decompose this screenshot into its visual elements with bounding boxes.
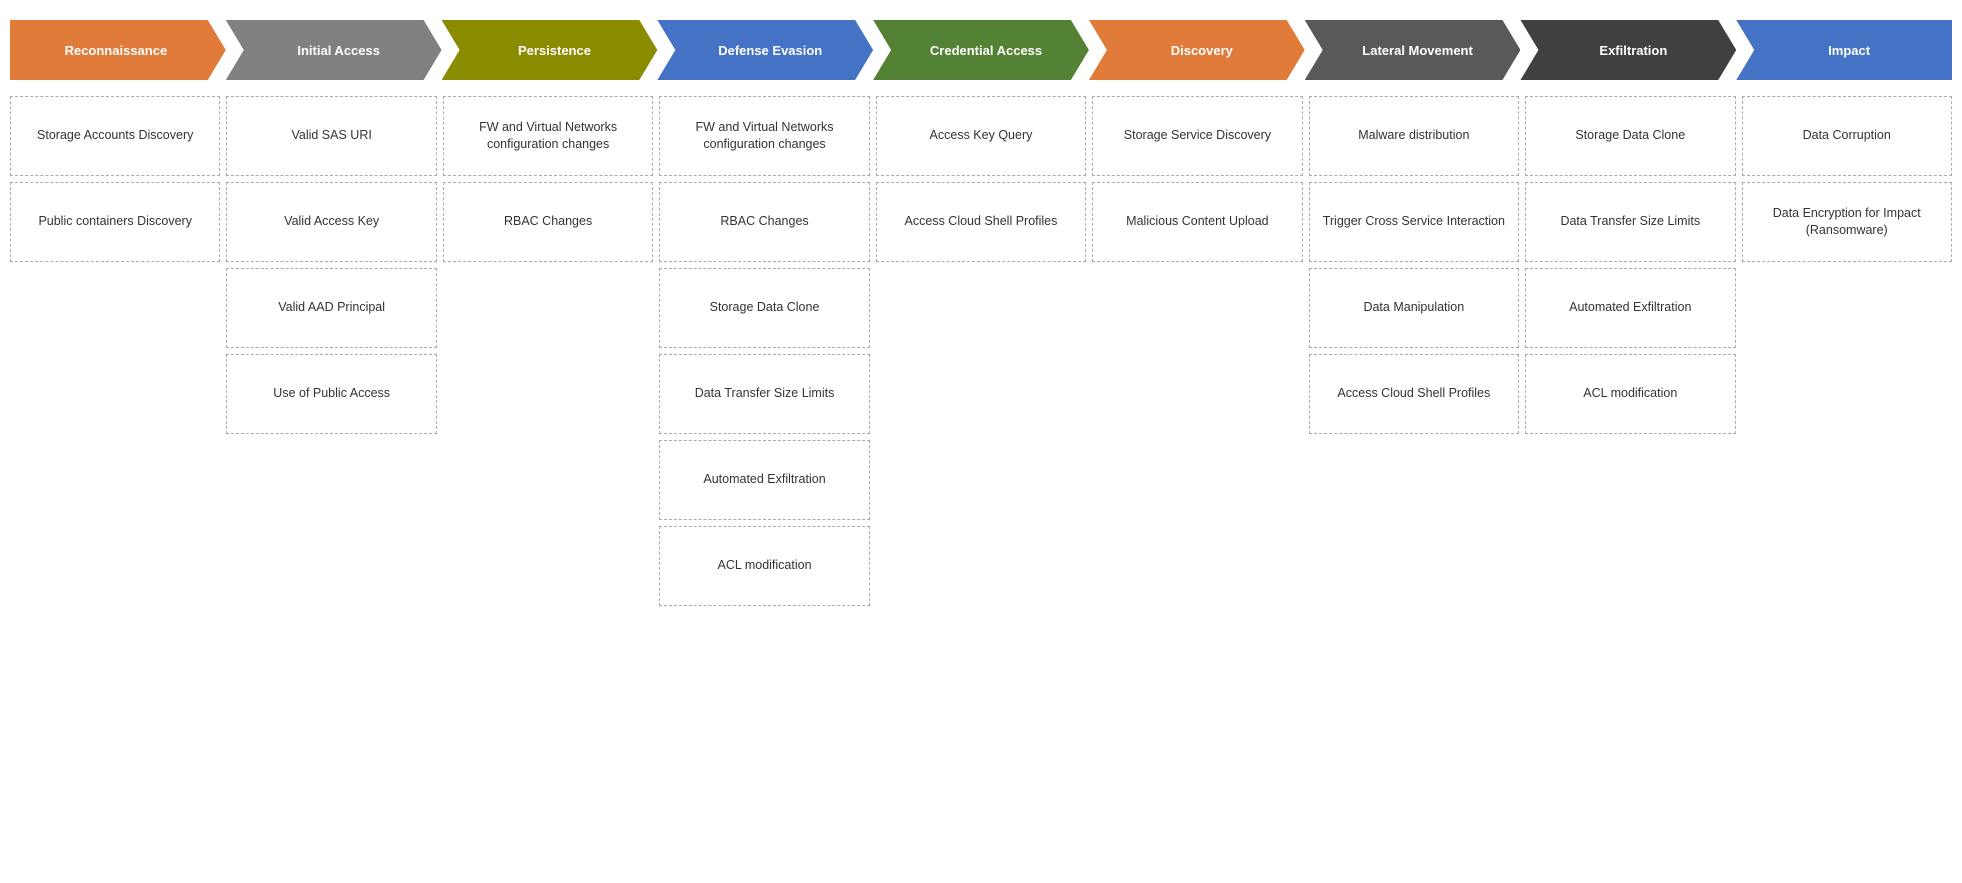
chevron-wrapper-credential-access: Credential Access bbox=[873, 20, 1089, 80]
cell-credential-access-0: Access Key Query bbox=[876, 96, 1086, 176]
cell-defense-evasion-0: FW and Virtual Networks configuration ch… bbox=[659, 96, 869, 176]
chevron-wrapper-initial-access: Initial Access bbox=[226, 20, 442, 80]
cell-lateral-movement-3: Access Cloud Shell Profiles bbox=[1309, 354, 1519, 434]
cell-persistence-1: RBAC Changes bbox=[443, 182, 653, 262]
chevron-persistence: Persistence bbox=[442, 20, 658, 80]
column-reconnaissance: Storage Accounts DiscoveryPublic contain… bbox=[10, 96, 220, 262]
chevron-wrapper-lateral-movement: Lateral Movement bbox=[1305, 20, 1521, 80]
cell-persistence-0: FW and Virtual Networks configuration ch… bbox=[443, 96, 653, 176]
cell-initial-access-1: Valid Access Key bbox=[226, 182, 436, 262]
cell-defense-evasion-1: RBAC Changes bbox=[659, 182, 869, 262]
chevron-impact: Impact bbox=[1736, 20, 1952, 80]
column-credential-access: Access Key QueryAccess Cloud Shell Profi… bbox=[876, 96, 1086, 262]
column-persistence: FW and Virtual Networks configuration ch… bbox=[443, 96, 653, 262]
chevron-defense-evasion: Defense Evasion bbox=[657, 20, 873, 80]
cell-defense-evasion-4: Automated Exfiltration bbox=[659, 440, 869, 520]
cell-exfiltration-0: Storage Data Clone bbox=[1525, 96, 1735, 176]
chevron-wrapper-persistence: Persistence bbox=[442, 20, 658, 80]
cell-discovery-1: Malicious Content Upload bbox=[1092, 182, 1302, 262]
chevron-wrapper-discovery: Discovery bbox=[1089, 20, 1305, 80]
chevron-wrapper-impact: Impact bbox=[1736, 20, 1952, 80]
chevron-wrapper-reconnaissance: Reconnaissance bbox=[10, 20, 226, 80]
cell-defense-evasion-3: Data Transfer Size Limits bbox=[659, 354, 869, 434]
chevron-reconnaissance: Reconnaissance bbox=[10, 20, 226, 80]
cell-exfiltration-2: Automated Exfiltration bbox=[1525, 268, 1735, 348]
chevron-credential-access: Credential Access bbox=[873, 20, 1089, 80]
cell-initial-access-3: Use of Public Access bbox=[226, 354, 436, 434]
cell-lateral-movement-1: Trigger Cross Service Interaction bbox=[1309, 182, 1519, 262]
columns-row: Storage Accounts DiscoveryPublic contain… bbox=[10, 96, 1952, 606]
cell-impact-1: Data Encryption for Impact (Ransomware) bbox=[1742, 182, 1952, 262]
matrix-container: ReconnaissanceInitial AccessPersistenceD… bbox=[10, 20, 1952, 606]
column-exfiltration: Storage Data CloneData Transfer Size Lim… bbox=[1525, 96, 1735, 434]
chevron-discovery: Discovery bbox=[1089, 20, 1305, 80]
chevron-lateral-movement: Lateral Movement bbox=[1305, 20, 1521, 80]
cell-discovery-0: Storage Service Discovery bbox=[1092, 96, 1302, 176]
cell-defense-evasion-5: ACL modification bbox=[659, 526, 869, 606]
chevron-exfiltration: Exfiltration bbox=[1520, 20, 1736, 80]
cell-lateral-movement-2: Data Manipulation bbox=[1309, 268, 1519, 348]
header-row: ReconnaissanceInitial AccessPersistenceD… bbox=[10, 20, 1952, 80]
cell-reconnaissance-1: Public containers Discovery bbox=[10, 182, 220, 262]
column-discovery: Storage Service DiscoveryMalicious Conte… bbox=[1092, 96, 1302, 262]
cell-reconnaissance-0: Storage Accounts Discovery bbox=[10, 96, 220, 176]
column-initial-access: Valid SAS URIValid Access KeyValid AAD P… bbox=[226, 96, 436, 434]
chevron-wrapper-defense-evasion: Defense Evasion bbox=[657, 20, 873, 80]
column-defense-evasion: FW and Virtual Networks configuration ch… bbox=[659, 96, 869, 606]
cell-defense-evasion-2: Storage Data Clone bbox=[659, 268, 869, 348]
cell-lateral-movement-0: Malware distribution bbox=[1309, 96, 1519, 176]
cell-exfiltration-1: Data Transfer Size Limits bbox=[1525, 182, 1735, 262]
column-impact: Data CorruptionData Encryption for Impac… bbox=[1742, 96, 1952, 262]
cell-credential-access-1: Access Cloud Shell Profiles bbox=[876, 182, 1086, 262]
cell-impact-0: Data Corruption bbox=[1742, 96, 1952, 176]
column-lateral-movement: Malware distributionTrigger Cross Servic… bbox=[1309, 96, 1519, 434]
chevron-initial-access: Initial Access bbox=[226, 20, 442, 80]
chevron-wrapper-exfiltration: Exfiltration bbox=[1520, 20, 1736, 80]
cell-initial-access-0: Valid SAS URI bbox=[226, 96, 436, 176]
cell-exfiltration-3: ACL modification bbox=[1525, 354, 1735, 434]
cell-initial-access-2: Valid AAD Principal bbox=[226, 268, 436, 348]
